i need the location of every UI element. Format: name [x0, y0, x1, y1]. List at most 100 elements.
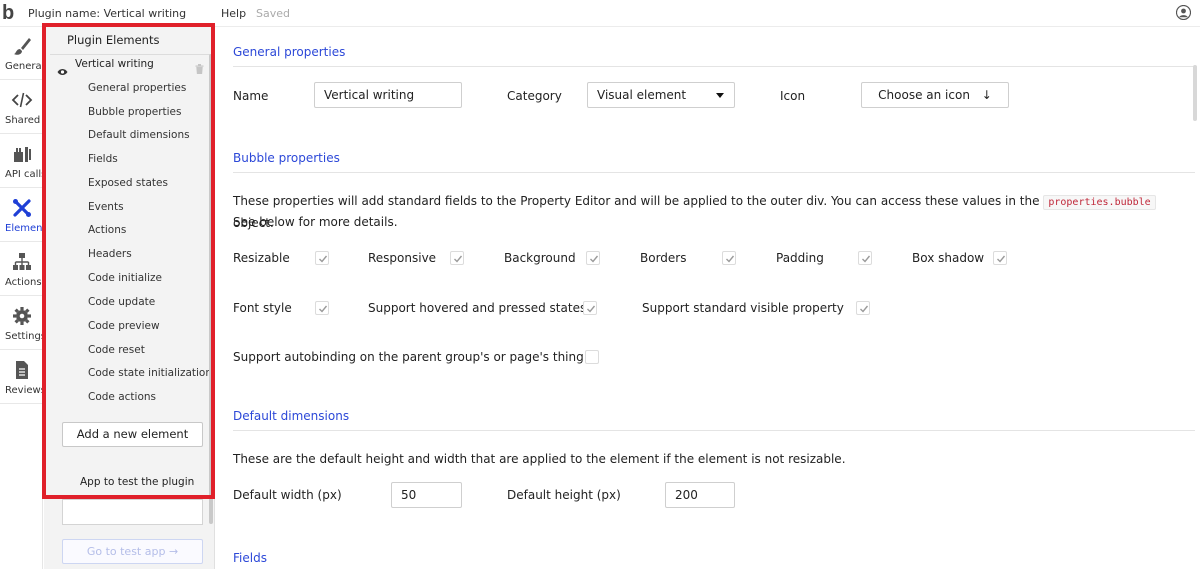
default-width-label: Default width (px): [233, 488, 342, 502]
dimensions-description: These are the default height and width t…: [233, 452, 846, 466]
nav-headers[interactable]: Headers: [88, 248, 132, 260]
category-value: Visual element: [597, 88, 687, 102]
section-title-fields: Fields: [233, 551, 267, 565]
rail-item-actions[interactable]: Actions: [0, 243, 42, 296]
nav-code-initialize[interactable]: Code initialize: [88, 272, 162, 284]
font-style-checkbox[interactable]: [315, 301, 329, 315]
default-height-label: Default height (px): [507, 488, 621, 502]
padding-checkbox[interactable]: [858, 251, 872, 265]
icon-label: Icon: [780, 89, 806, 103]
save-status: Saved: [256, 7, 290, 20]
plugin-name-title: Plugin name: Vertical writing: [28, 7, 187, 20]
plug-icon: [11, 143, 33, 165]
autobinding-checkbox[interactable]: [585, 350, 599, 364]
choose-icon-label: Choose an icon: [878, 88, 970, 102]
rail-item-reviews[interactable]: Reviews: [0, 351, 43, 404]
name-label: Name: [233, 89, 269, 103]
panel-scrollbar[interactable]: [209, 54, 213, 524]
rail-label: Elements: [5, 223, 43, 234]
arrow-down-icon: ↓: [981, 88, 992, 102]
app-to-test-label: App to test the plugin: [80, 476, 195, 488]
help-menu[interactable]: Help: [221, 7, 246, 20]
default-width-input[interactable]: 50: [391, 482, 462, 508]
bubble-logo[interactable]: b: [2, 2, 14, 25]
resizable-checkbox[interactable]: [315, 251, 329, 265]
background-checkbox[interactable]: [586, 251, 600, 265]
nav-code-update[interactable]: Code update: [88, 296, 155, 308]
eye-icon[interactable]: [57, 61, 68, 75]
category-label: Category: [507, 89, 562, 103]
hovered-states-checkbox[interactable]: [583, 301, 597, 315]
divider: [233, 172, 1195, 173]
caret-down-icon: [716, 93, 724, 98]
gear-icon: [11, 305, 33, 327]
nav-code-actions[interactable]: Code actions: [88, 391, 156, 403]
plugin-elements-panel: Plugin Elements Vertical writing General…: [44, 27, 215, 569]
rail-item-elements[interactable]: Elements: [0, 189, 43, 242]
nav-code-preview[interactable]: Code preview: [88, 320, 160, 332]
sitemap-icon: [11, 251, 33, 273]
trash-icon[interactable]: [195, 59, 204, 74]
name-input[interactable]: Vertical writing: [314, 82, 462, 108]
top-bar: b Plugin name: Vertical writing Help Sav…: [0, 0, 1200, 27]
add-new-element-button[interactable]: Add a new element: [62, 422, 203, 447]
section-title-dimensions: Default dimensions: [233, 409, 350, 423]
borders-checkbox[interactable]: [722, 251, 736, 265]
default-height-input[interactable]: 200: [665, 482, 735, 508]
bubble-desc-text: These properties will add standard field…: [233, 194, 1040, 208]
category-select[interactable]: Visual element: [587, 82, 735, 108]
visible-property-label: Support standard visible property: [642, 301, 844, 315]
nav-actions[interactable]: Actions: [88, 224, 126, 236]
nav-code-reset[interactable]: Code reset: [88, 344, 145, 356]
borders-label: Borders: [640, 251, 687, 265]
section-title-bubble: Bubble properties: [233, 151, 340, 165]
elements-icon: [11, 197, 33, 219]
nav-general-properties[interactable]: General properties: [88, 82, 186, 94]
divider: [233, 66, 1195, 67]
test-app-input[interactable]: [62, 499, 203, 525]
visible-property-checkbox[interactable]: [856, 301, 870, 315]
box-shadow-checkbox[interactable]: [993, 251, 1007, 265]
nav-fields[interactable]: Fields: [88, 153, 118, 165]
nav-exposed-states[interactable]: Exposed states: [88, 177, 168, 189]
go-to-test-app-button[interactable]: Go to test app →: [62, 539, 203, 564]
nav-bubble-properties[interactable]: Bubble properties: [88, 106, 182, 118]
rail-label: Actions: [5, 277, 42, 288]
rail-label: API calls: [5, 169, 43, 180]
main-content: General properties Name Vertical writing…: [215, 27, 1200, 569]
panel-title: Plugin Elements: [67, 33, 160, 47]
nav-default-dimensions[interactable]: Default dimensions: [88, 129, 190, 141]
padding-label: Padding: [776, 251, 824, 265]
element-item-vertical-writing[interactable]: Vertical writing: [75, 58, 154, 70]
box-shadow-label: Box shadow: [912, 251, 985, 265]
choose-icon-button[interactable]: Choose an icon ↓: [861, 82, 1009, 108]
brush-icon: [11, 35, 33, 57]
properties-bubble-code: properties.bubble: [1043, 195, 1156, 210]
section-title-general: General properties: [233, 45, 346, 59]
resizable-label: Resizable: [233, 251, 290, 265]
rail-label: Shared: [5, 115, 41, 126]
nav-code-state-initialization[interactable]: Code state initialization: [88, 367, 212, 379]
rail-item-api-calls[interactable]: API calls: [0, 135, 43, 188]
responsive-label: Responsive: [368, 251, 437, 265]
rail-label: Settings: [5, 331, 43, 342]
background-label: Background: [504, 251, 576, 265]
responsive-checkbox[interactable]: [450, 251, 464, 265]
hovered-states-label: Support hovered and pressed states: [368, 301, 587, 315]
divider: [50, 54, 212, 55]
bubble-description-line2: See below for more details.: [233, 215, 398, 229]
rail-item-shared[interactable]: Shared: [0, 81, 42, 134]
code-icon: [11, 89, 33, 111]
main-scrollbar[interactable]: [1193, 65, 1197, 121]
font-style-label: Font style: [233, 301, 292, 315]
divider: [233, 430, 1195, 431]
document-icon: [11, 359, 33, 381]
rail-item-settings[interactable]: Settings: [0, 297, 43, 350]
rail-label: General: [5, 61, 43, 72]
autobinding-label: Support autobinding on the parent group'…: [233, 350, 584, 364]
rail-item-general[interactable]: General: [0, 27, 43, 80]
rail-label: Reviews: [5, 385, 43, 396]
left-nav-rail: General Shared API calls Elements Action…: [0, 27, 43, 569]
nav-events[interactable]: Events: [88, 201, 124, 213]
user-icon[interactable]: [1175, 4, 1192, 21]
